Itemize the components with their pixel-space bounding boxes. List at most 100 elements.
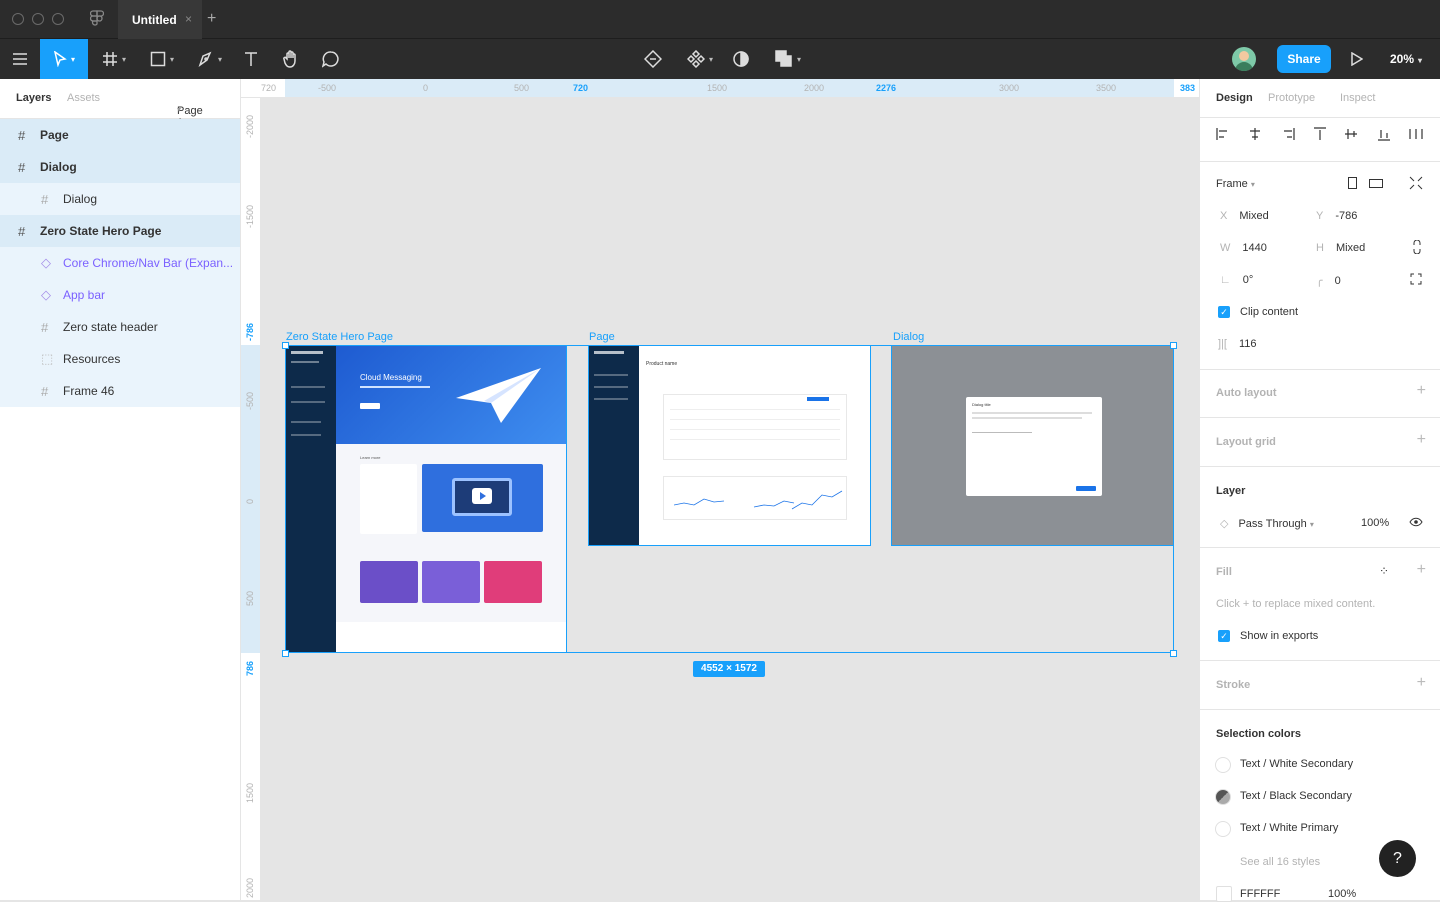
add-auto-layout-icon[interactable]: + <box>1417 382 1426 400</box>
x-value: Mixed <box>1239 210 1269 222</box>
move-tool-button[interactable]: ▾ <box>40 39 88 79</box>
zoom-menu[interactable]: 20% ▾ <box>1390 52 1422 66</box>
tab-assets[interactable]: Assets <box>67 92 100 104</box>
landscape-icon[interactable] <box>1368 178 1384 190</box>
hand-tool-button[interactable] <box>276 39 306 79</box>
boolean-button[interactable]: ▾ <box>768 39 808 79</box>
ruler-tick: -2000 <box>245 114 255 138</box>
ruler-tick: 3000 <box>999 83 1020 93</box>
main-menu-button[interactable] <box>0 39 40 79</box>
comment-tool-button[interactable] <box>316 39 346 79</box>
close-window-button[interactable] <box>12 13 24 25</box>
layer-row[interactable]: ◇ Core Chrome/Nav Bar (Expan... <box>0 247 240 279</box>
frame-tool-button[interactable]: ▾ <box>92 39 136 79</box>
layer-label: Dialog <box>40 160 77 174</box>
see-all-styles-link[interactable]: See all 16 styles <box>1240 856 1320 868</box>
ruler-tick: 0 <box>245 498 255 504</box>
pen-tool-button[interactable]: ▾ <box>188 39 232 79</box>
group-icon: ⬚ <box>41 351 54 366</box>
layer-row[interactable]: # Page <box>0 119 240 151</box>
close-tab-icon[interactable]: × <box>185 12 192 26</box>
layer-row[interactable]: # Frame 46 <box>0 375 240 407</box>
auto-layout-title: Auto layout <box>1216 387 1277 399</box>
user-avatar[interactable] <box>1232 47 1256 71</box>
detach-button[interactable] <box>638 39 668 79</box>
fill-title: Fill <box>1216 566 1232 578</box>
ruler-tick: -500 <box>245 391 255 410</box>
tab-layers[interactable]: Layers <box>16 92 51 104</box>
layer-opacity[interactable]: 100% <box>1361 517 1389 529</box>
x-field[interactable]: X Mixed <box>1220 210 1269 222</box>
frame-label-page[interactable]: Page <box>589 331 615 343</box>
tab-inspect[interactable]: Inspect <box>1340 92 1375 104</box>
hex-opacity[interactable]: 100% <box>1328 888 1356 900</box>
h-label: H <box>1316 242 1324 254</box>
hex-value[interactable]: FFFFFF <box>1240 888 1280 900</box>
maximize-window-button[interactable] <box>52 13 64 25</box>
styles-grid-icon[interactable]: ⁘ <box>1379 564 1389 578</box>
frame-icon <box>102 52 117 66</box>
resize-handle[interactable] <box>1170 342 1177 349</box>
frame-type-dropdown[interactable]: Frame ▾ <box>1216 178 1255 190</box>
new-tab-button[interactable]: + <box>207 10 216 28</box>
ruler-tick: 500 <box>514 83 530 93</box>
text-tool-button[interactable] <box>236 39 266 79</box>
w-field[interactable]: W 1440 <box>1220 242 1267 254</box>
layer-row[interactable]: # Dialog <box>0 151 240 183</box>
color-swatch[interactable] <box>1215 789 1231 805</box>
contrast-icon <box>733 51 749 67</box>
independent-corners-icon[interactable] <box>1410 273 1422 285</box>
selection-color-label[interactable]: Text / White Secondary <box>1240 758 1353 770</box>
h-value: Mixed <box>1335 242 1366 254</box>
eye-icon[interactable] <box>1409 517 1423 527</box>
layer-row[interactable]: # Dialog <box>0 183 240 215</box>
layer-row[interactable]: ◇ App bar <box>0 279 240 311</box>
comment-icon <box>322 51 339 68</box>
w-label: W <box>1220 242 1231 254</box>
resize-handle[interactable] <box>282 342 289 349</box>
corner-radius-field[interactable]: ╭ 0 <box>1316 274 1341 287</box>
w-value: 1440 <box>1242 242 1267 254</box>
color-swatch[interactable] <box>1215 757 1231 773</box>
component-icon: ◇ <box>41 255 51 270</box>
help-button[interactable]: ? <box>1379 840 1416 877</box>
frame-label-hero[interactable]: Zero State Hero Page <box>286 331 393 343</box>
layer-row[interactable]: ⬚ Resources <box>0 343 240 375</box>
color-swatch[interactable] <box>1215 821 1231 837</box>
resize-to-fit-icon[interactable] <box>1409 176 1423 190</box>
clip-content-checkbox[interactable]: ✓ <box>1218 306 1230 318</box>
add-layout-grid-icon[interactable]: + <box>1417 431 1426 449</box>
file-tab[interactable]: Untitled × <box>118 0 202 39</box>
selection-color-label[interactable]: Text / White Primary <box>1240 822 1338 834</box>
blend-mode-label: Pass Through <box>1238 518 1307 530</box>
radius-value: 0 <box>1334 275 1341 287</box>
component-button[interactable]: ▾ <box>680 39 720 79</box>
y-field[interactable]: Y -786 <box>1316 210 1357 222</box>
layer-label: App bar <box>63 288 106 302</box>
add-fill-icon[interactable]: + <box>1417 561 1426 579</box>
layer-row[interactable]: # Zero state header <box>0 311 240 343</box>
layer-row[interactable]: # Zero State Hero Page <box>0 215 240 247</box>
resize-handle[interactable] <box>1170 650 1177 657</box>
selection-color-label[interactable]: Text / Black Secondary <box>1240 790 1352 802</box>
frame-type-label: Frame <box>1216 178 1248 190</box>
figma-logo-icon[interactable] <box>90 10 104 28</box>
portrait-icon[interactable] <box>1347 176 1359 190</box>
spacing-field[interactable]: ]|[116 <box>1218 338 1257 350</box>
h-field[interactable]: H Mixed <box>1316 242 1365 254</box>
share-button[interactable]: Share <box>1277 45 1331 73</box>
shape-tool-button[interactable]: ▾ <box>140 39 184 79</box>
present-button[interactable] <box>1345 39 1369 79</box>
tab-prototype[interactable]: Prototype <box>1268 92 1315 104</box>
mask-button[interactable] <box>726 39 756 79</box>
add-stroke-icon[interactable]: + <box>1417 674 1426 692</box>
show-in-exports-checkbox[interactable]: ✓ <box>1218 630 1230 642</box>
frame-label-dialog[interactable]: Dialog <box>893 331 924 343</box>
blend-mode-dropdown[interactable]: ◇ Pass Through ▾ <box>1220 517 1314 530</box>
minimize-window-button[interactable] <box>32 13 44 25</box>
alignment-icons[interactable] <box>1216 127 1426 141</box>
constrain-proportions-icon[interactable] <box>1412 240 1422 254</box>
rotation-field[interactable]: ∟ 0° <box>1220 274 1253 286</box>
resize-handle[interactable] <box>282 650 289 657</box>
tab-design[interactable]: Design <box>1216 92 1253 104</box>
